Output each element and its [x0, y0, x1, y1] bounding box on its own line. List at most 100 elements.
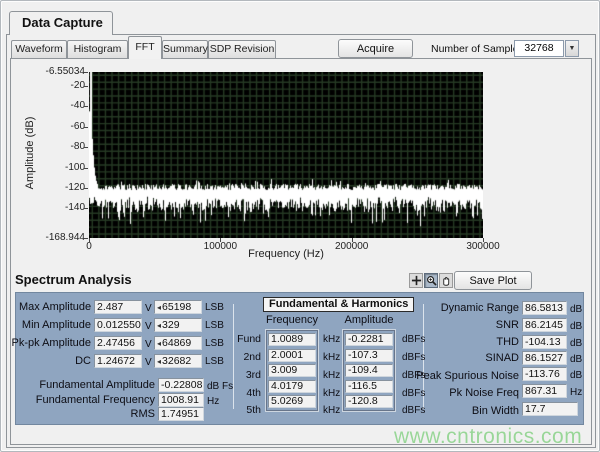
harmonic-row-label: 3rd: [237, 369, 261, 381]
tick-label: 100000: [190, 241, 250, 252]
max-amplitude-lsb-field: 65198: [154, 300, 202, 314]
harmonic-row-label: 5th: [237, 404, 261, 416]
max-amplitude-lsb-unit: LSB: [205, 301, 224, 315]
tick-mark: [89, 238, 90, 242]
tab-data-capture[interactable]: Data Capture: [9, 11, 113, 35]
frequency-column-header: Frequency: [265, 314, 319, 326]
dynamic-range-label: Dynamic Range: [391, 301, 519, 315]
peak-spurious-noise-unit: dB: [570, 369, 582, 383]
harmonic-frequency-field: 3.009: [268, 364, 316, 377]
application-window: Data Capture Waveform Histogram FFT Summ…: [0, 0, 600, 452]
dc-label: DC: [19, 354, 91, 368]
harmonic-row-label: 4th: [237, 387, 261, 399]
tick-label: 0: [59, 241, 119, 252]
snr-field: 86.2145: [522, 318, 567, 332]
tick-mark: [84, 168, 88, 169]
save-plot-button[interactable]: Save Plot: [454, 271, 532, 290]
zoom-tool-icon[interactable]: [424, 273, 438, 288]
harmonic-amplitude-field: -116.5: [345, 380, 393, 393]
min-amplitude-volts-unit: V: [145, 320, 152, 334]
tab-fft[interactable]: FFT: [128, 36, 162, 59]
tick-mark: [84, 208, 88, 209]
min-amplitude-lsb-unit: LSB: [205, 319, 224, 333]
rms-field: 1.74951: [158, 407, 204, 421]
tick-mark: [84, 106, 88, 107]
rms-label: RMS: [19, 407, 155, 421]
tick-mark: [84, 72, 88, 73]
snr-label: SNR: [391, 318, 519, 332]
harmonic-frequency-field: 4.0179: [268, 380, 316, 393]
spectrum-analysis-title: Spectrum Analysis: [15, 272, 132, 287]
pk-noise-freq-field: 867.31: [522, 384, 567, 398]
fundamental-amplitude-unit: dB Fs: [207, 380, 233, 394]
peak-spurious-noise-label: Peak Spurious Noise: [391, 369, 519, 383]
panel-divider-left: [233, 304, 234, 409]
max-amplitude-volts-field: 2.487: [94, 300, 142, 314]
pkpk-amplitude-lsb-field: 64869: [154, 336, 202, 350]
tick-mark: [220, 238, 221, 242]
harmonics-frequency-group: 1.0089 2.0001 3.009 4.0179 5.0269: [265, 329, 319, 412]
pkpk-amplitude-lsb-unit: LSB: [205, 337, 224, 351]
max-amplitude-volts-unit: V: [145, 302, 152, 316]
snr-unit: dB: [570, 320, 582, 334]
thd-field: -104.13: [522, 335, 567, 349]
tick-label: -6.55034: [27, 66, 85, 77]
harmonics-amplitude-group: -0.2281 -107.3 -109.4 -116.5 -120.8: [342, 329, 396, 412]
sinad-field: 86.1527: [522, 351, 567, 365]
dc-lsb-unit: LSB: [205, 355, 224, 369]
acquire-data-button[interactable]: Acquire Data: [338, 39, 413, 58]
khz-unit: kHz: [323, 387, 340, 401]
bin-width-label: Bin Width: [391, 404, 519, 418]
min-amplitude-label: Min Amplitude: [19, 318, 91, 332]
harmonic-row-label: Fund: [237, 333, 261, 345]
dynamic-range-unit: dB: [570, 303, 582, 317]
tab-waveform[interactable]: Waveform: [11, 40, 67, 59]
fft-plot-canvas[interactable]: [89, 72, 483, 238]
dc-lsb-field: 32682: [154, 354, 202, 368]
dc-volts-unit: V: [145, 356, 152, 370]
tick-mark: [352, 238, 353, 242]
max-amplitude-label: Max Amplitude: [19, 300, 91, 314]
watermark: www.cntronics.com: [394, 425, 582, 449]
number-of-samples-value[interactable]: 32768: [514, 40, 564, 57]
tab-sdp-revision[interactable]: SDP Revision: [208, 40, 276, 59]
fundamental-amplitude-label: Fundamental Amplitude: [19, 378, 155, 392]
number-of-samples-label: Number of Samples: [431, 43, 524, 55]
dropdown-arrow-icon[interactable]: [565, 40, 579, 57]
tick-mark: [84, 188, 88, 189]
thd-label: THD: [391, 335, 519, 349]
tick-label: -100: [27, 162, 85, 173]
sinad-unit: dB: [570, 353, 582, 367]
amplitude-column-header: Amplitude: [342, 314, 396, 326]
harmonic-amplitude-field: -120.8: [345, 395, 393, 408]
harmonic-row-label: 2nd: [237, 351, 261, 363]
dc-volts-field: 1.24672: [94, 354, 142, 368]
tick-label: -60: [27, 121, 85, 132]
harmonic-frequency-field: 1.0089: [268, 333, 316, 346]
tick-label: -20: [27, 80, 85, 91]
harmonic-frequency-field: 2.0001: [268, 349, 316, 362]
cursor-tool-icon[interactable]: [409, 273, 423, 288]
tick-mark: [84, 147, 88, 148]
thd-unit: dB: [570, 337, 582, 351]
pk-noise-freq-unit: Hz: [570, 386, 582, 400]
pkpk-amplitude-volts-unit: V: [145, 338, 152, 352]
fundamental-amplitude-field: -0.22808: [158, 378, 204, 392]
tick-mark: [483, 238, 484, 242]
khz-unit: kHz: [323, 404, 340, 418]
tab-summary[interactable]: Summary: [162, 40, 208, 59]
tick-mark: [84, 238, 88, 239]
pkpk-amplitude-label: Pk-pk Amplitude: [11, 336, 91, 350]
tick-mark: [84, 127, 88, 128]
khz-unit: kHz: [323, 369, 340, 383]
khz-unit: kHz: [323, 351, 340, 365]
tick-label: -140: [27, 202, 85, 213]
harmonic-amplitude-field: -0.2281: [345, 333, 393, 346]
pan-hand-tool-icon[interactable]: [439, 273, 453, 288]
tick-label: 200000: [322, 241, 382, 252]
harmonic-frequency-field: 5.0269: [268, 395, 316, 408]
dynamic-range-field: 86.5813: [522, 301, 567, 315]
tick-label: -40: [27, 100, 85, 111]
tab-histogram[interactable]: Histogram: [67, 40, 128, 59]
pk-noise-freq-label: Pk Noise Freq: [391, 386, 519, 400]
